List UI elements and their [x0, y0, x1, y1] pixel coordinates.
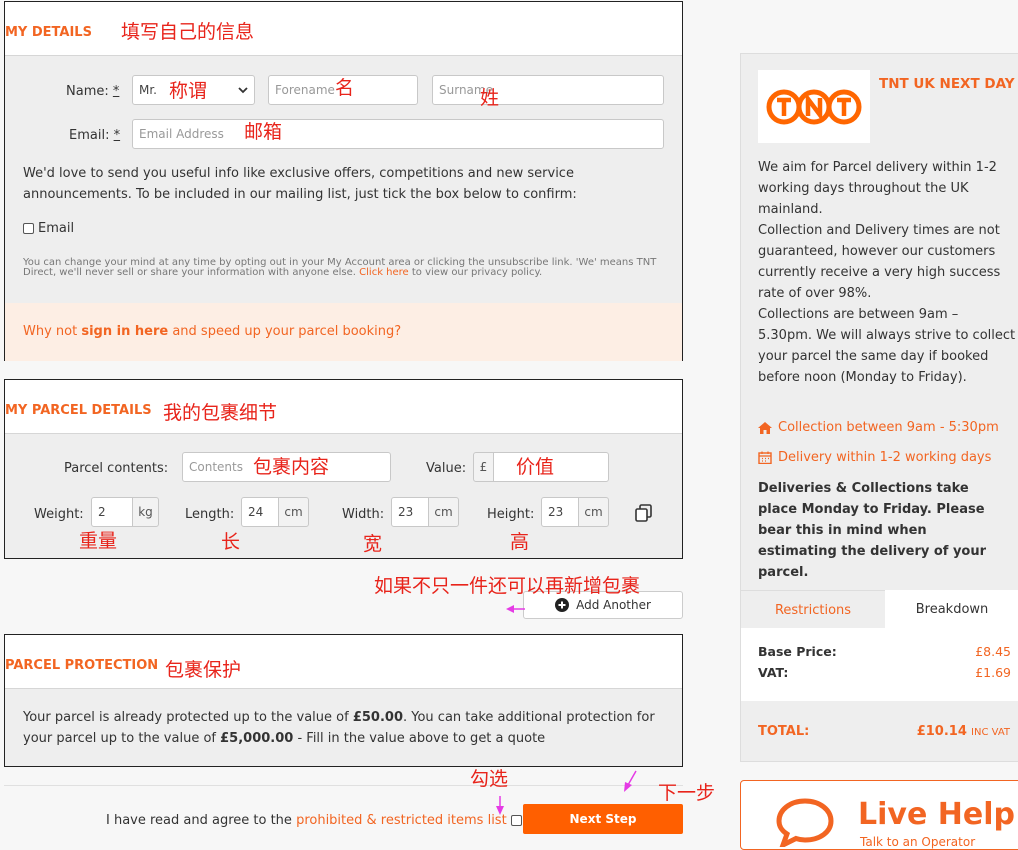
annotation-salutation: 称谓 [169, 80, 208, 102]
width-input[interactable]: 23 [391, 497, 429, 527]
vat-value: £1.69 [975, 665, 1011, 680]
tnt-logo [758, 70, 870, 143]
arrow-add-another [506, 605, 525, 613]
collection-info: Collection between 9am - 5:30pm [758, 420, 999, 435]
annotation-forename: 名 [335, 77, 355, 99]
required-mark: * [112, 84, 120, 99]
length-label: Length: [185, 507, 235, 522]
protection-amount-base: £50.00 [352, 710, 403, 725]
privacy-link[interactable]: Click here [359, 267, 409, 278]
base-price-label: Base Price: [758, 644, 837, 659]
total-value: £10.14 INC VAT [916, 724, 1010, 739]
height-label: Height: [487, 507, 535, 522]
annotation-add-more: 如果不只一件还可以再新增包裹 [374, 575, 641, 597]
service-sidebar: TNT UK NEXT DAY We aim for Parcel delive… [740, 53, 1018, 762]
annotation-weight: 重量 [79, 530, 118, 552]
weight-label: Weight: [34, 507, 84, 522]
annotation-tick: 勾选 [470, 768, 509, 790]
copy-icon[interactable] [635, 504, 653, 522]
email-input[interactable]: Email Address [132, 119, 664, 149]
protection-title: PARCEL PROTECTION [5, 658, 159, 673]
delivery-info: Delivery within 1-2 working days [758, 450, 991, 465]
email-label: Email: * [69, 128, 121, 143]
protection-amount-max: £5,000.00 [220, 731, 294, 746]
privacy-disclaimer: You can change your mind at any time by … [23, 257, 657, 278]
chevron-down-icon [238, 86, 248, 93]
my-details-header: MY DETAILS [5, 2, 682, 55]
live-help-widget[interactable]: Live Help Talk to an Operator [740, 780, 1018, 850]
protection-header: PARCEL PROTECTION [5, 635, 682, 688]
name-label: Name: * [66, 84, 120, 99]
surname-input[interactable]: Surname [432, 75, 664, 105]
annotation-height: 高 [510, 531, 530, 553]
email-checkbox-label: Email [38, 221, 75, 236]
annotation-value: 价值 [516, 456, 555, 478]
value-label: Value: [426, 461, 467, 476]
weight-input[interactable]: 2 [91, 497, 133, 527]
height-input[interactable]: 23 [541, 497, 579, 527]
plus-circle-icon [555, 598, 570, 612]
currency-addon: £ [473, 452, 494, 482]
next-step-button[interactable]: Next Step [523, 804, 683, 834]
service-description: We aim for Parcel delivery within 1-2 wo… [758, 160, 1016, 385]
my-details-body: Name: * Mr. Forename Surname Email: * Em… [5, 55, 682, 361]
chat-bubble-icon [776, 798, 834, 847]
agree-checkbox[interactable] [510, 815, 522, 826]
restricted-items-link[interactable]: prohibited & restricted items list [296, 813, 507, 828]
home-icon [758, 421, 772, 434]
my-details-section: MY DETAILS Name: * Mr. Forename Surname … [4, 1, 683, 361]
signin-banner: Why not sign in here and speed up your p… [5, 303, 682, 361]
annotation-fill-info: 填写自己的信息 [121, 21, 255, 43]
parcel-details-title: MY PARCEL DETAILS [5, 403, 152, 418]
protection-text: Your parcel is already protected up to t… [23, 710, 655, 746]
my-details-title: MY DETAILS [5, 25, 92, 40]
total-label: TOTAL: [758, 724, 810, 739]
footer-divider [4, 785, 683, 786]
annotation-contents: 包裹内容 [253, 456, 330, 478]
length-input[interactable]: 24 [241, 497, 279, 527]
service-name: TNT UK NEXT DAY [879, 76, 1015, 92]
email-optin[interactable]: Email [23, 221, 74, 236]
protection-section: PARCEL PROTECTION Your parcel is already… [4, 634, 683, 767]
agree-row: I have read and agree to the prohibited … [106, 813, 522, 828]
length-unit: cm [278, 497, 309, 527]
price-breakdown: Base Price: £8.45 VAT: £1.69 [741, 628, 1018, 701]
live-help-subtitle: Talk to an Operator [860, 835, 976, 849]
tab-restrictions[interactable]: Restrictions [741, 590, 885, 629]
arrow-checkbox [496, 796, 504, 815]
width-label: Width: [342, 507, 385, 522]
email-checkbox[interactable] [23, 223, 34, 234]
annotation-length: 长 [221, 531, 241, 553]
protection-body: Your parcel is already protected up to t… [5, 688, 682, 766]
annotation-parcel-details: 我的包裹细节 [163, 402, 278, 424]
mailing-list-text: We'd love to send you useful info like e… [23, 166, 577, 202]
tab-breakdown[interactable]: Breakdown [885, 590, 1018, 628]
base-price-value: £8.45 [975, 644, 1011, 659]
parcel-details-header: MY PARCEL DETAILS [5, 380, 682, 433]
arrow-next-step [624, 770, 637, 792]
live-help-title: Live Help [858, 797, 1015, 832]
tnt-logo-icon [766, 89, 862, 124]
width-unit: cm [428, 497, 459, 527]
signin-link[interactable]: sign in here [81, 324, 168, 339]
annotation-protection: 包裹保护 [165, 659, 242, 681]
vat-label: VAT: [758, 665, 789, 680]
calendar-icon [758, 451, 772, 464]
annotation-width: 宽 [363, 533, 383, 555]
contents-label: Parcel contents: [64, 461, 169, 476]
height-unit: cm [578, 497, 609, 527]
weight-unit: kg [132, 497, 159, 527]
annotation-email: 邮箱 [244, 121, 283, 143]
annotation-surname: 姓 [480, 87, 500, 109]
annotation-next: 下一步 [658, 782, 716, 804]
service-notice: Deliveries & Collections take place Mond… [758, 481, 987, 580]
